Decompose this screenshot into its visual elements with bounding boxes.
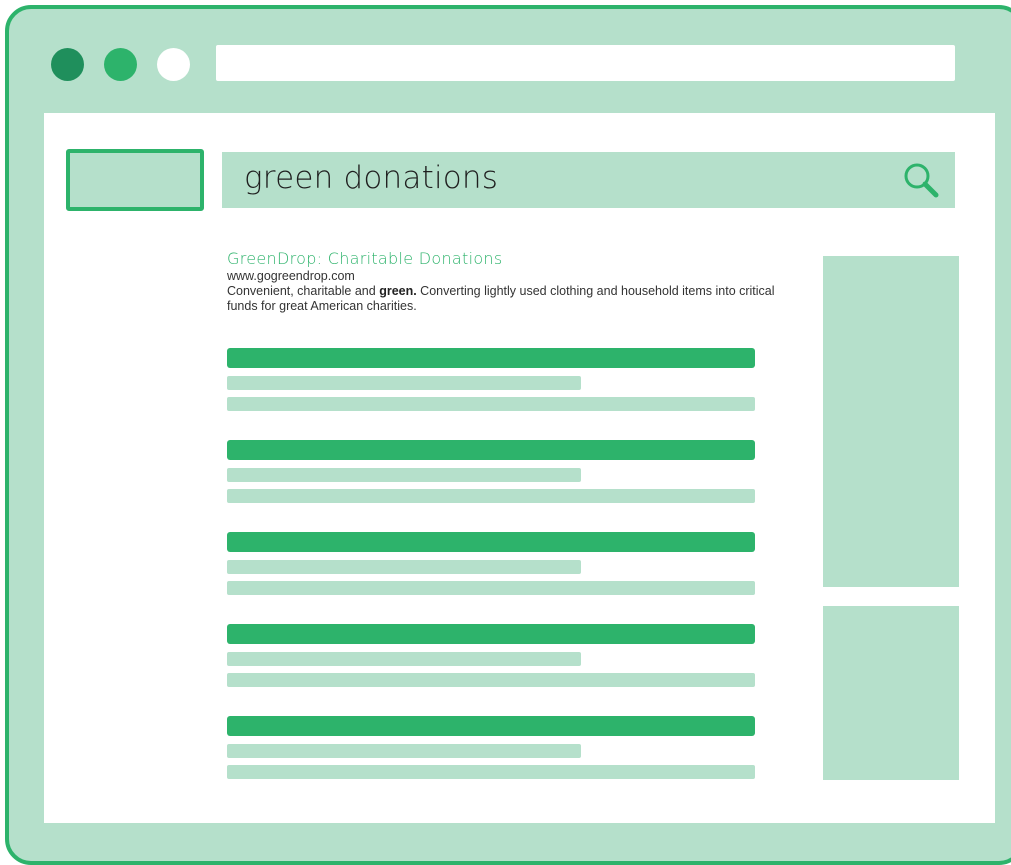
placeholder-result-snippet	[227, 673, 755, 687]
placeholder-result	[227, 624, 755, 716]
placeholder-result-url	[227, 652, 581, 666]
result-url: www.gogreendrop.com	[227, 269, 355, 283]
placeholder-result	[227, 716, 755, 808]
placeholder-result-title[interactable]	[227, 440, 755, 460]
result-snippet: Convenient, charitable and green. Conver…	[227, 284, 787, 314]
top-search-result: GreenDrop: Charitable Donations www.gogr…	[227, 249, 787, 314]
placeholder-result-snippet	[227, 581, 755, 595]
site-logo[interactable]	[66, 149, 204, 211]
result-title-link[interactable]: GreenDrop: Charitable Donations	[227, 249, 787, 268]
placeholder-result	[227, 440, 755, 532]
placeholder-result-url	[227, 468, 581, 482]
page-viewport: green donations GreenDrop: Charitable Do…	[44, 113, 995, 823]
placeholder-result-snippet	[227, 489, 755, 503]
placeholder-result-title[interactable]	[227, 348, 755, 368]
placeholder-result-title[interactable]	[227, 624, 755, 644]
placeholder-result	[227, 348, 755, 440]
placeholder-result-url	[227, 560, 581, 574]
snippet-text-before: Convenient, charitable and	[227, 284, 380, 298]
placeholder-result-url	[227, 376, 581, 390]
placeholder-result-snippet	[227, 397, 755, 411]
placeholder-result-url	[227, 744, 581, 758]
placeholder-result-snippet	[227, 765, 755, 779]
snippet-highlight: green.	[379, 284, 417, 298]
search-bar[interactable]: green donations	[222, 152, 955, 208]
placeholder-result-title[interactable]	[227, 716, 755, 736]
search-input[interactable]: green donations	[244, 160, 498, 196]
close-window-button[interactable]	[51, 48, 84, 81]
placeholder-result	[227, 532, 755, 624]
browser-window: green donations GreenDrop: Charitable Do…	[5, 5, 1011, 865]
sidebar-ad-block[interactable]	[823, 606, 959, 780]
results-list	[227, 348, 755, 808]
placeholder-result-title[interactable]	[227, 532, 755, 552]
search-icon[interactable]	[899, 158, 943, 202]
sidebar-ad-block[interactable]	[823, 256, 959, 587]
minimize-window-button[interactable]	[104, 48, 137, 81]
maximize-window-button[interactable]	[157, 48, 190, 81]
address-bar[interactable]	[216, 45, 955, 81]
